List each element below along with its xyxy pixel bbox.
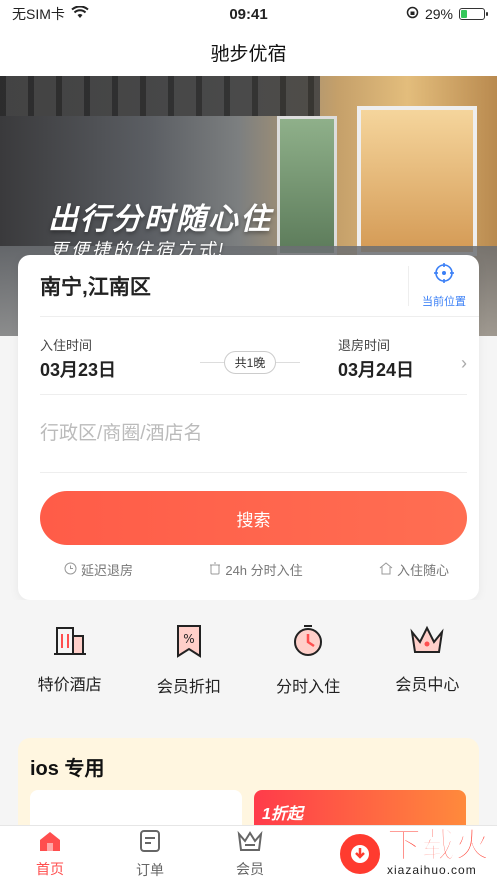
keyword-input[interactable] xyxy=(40,422,467,445)
feature-late-checkout: 延迟退房 xyxy=(64,560,133,579)
feature-flexible: 入住随心 xyxy=(379,560,449,579)
tab-home[interactable]: 首页 xyxy=(0,826,100,883)
promo-title: ios 专用 xyxy=(30,758,105,780)
quick-member-discount[interactable]: % 会员折扣 xyxy=(139,624,239,697)
trash-bin-icon xyxy=(209,562,221,578)
feature-hourly: 24h 分时入住 xyxy=(209,560,303,579)
watermark-url: xiazaihuo.com xyxy=(387,863,477,877)
home-icon xyxy=(38,830,62,855)
date-row[interactable]: 入住时间 03月23日 共1晚 退房时间 03月24日 › xyxy=(40,317,467,395)
quick-entry-row: 特价酒店 % 会员折扣 分时入住 会员中心 xyxy=(0,600,497,718)
location-row[interactable]: 南宁,江南区 当前位置 xyxy=(40,255,479,317)
location-text[interactable]: 南宁,江南区 xyxy=(40,271,408,301)
tab-label: 订单 xyxy=(136,862,164,878)
order-icon xyxy=(139,829,161,856)
hero-door-decoration xyxy=(277,116,337,256)
status-bar: 无SIM卡 09:41 29% xyxy=(0,0,497,28)
quick-label: 分时入住 xyxy=(276,679,341,696)
quick-hourly-stay[interactable]: 分时入住 xyxy=(258,624,358,697)
feature-label: 入住随心 xyxy=(396,563,449,578)
status-left: 无SIM卡 xyxy=(12,4,89,24)
status-right: 29% xyxy=(406,6,488,22)
member-icon xyxy=(237,830,263,855)
feature-label: 延迟退房 xyxy=(81,563,134,578)
checkin-label: 入住时间 xyxy=(40,338,93,353)
promo-tag: 1折起 xyxy=(262,806,303,823)
tab-label: 首页 xyxy=(36,861,64,877)
hotel-icon xyxy=(53,624,87,661)
booking-card: 南宁,江南区 当前位置 入住时间 03月23日 共1晚 退房时间 03月24日 … xyxy=(18,255,479,600)
svg-text:%: % xyxy=(183,632,194,646)
battery-level xyxy=(461,10,468,18)
clock-small-icon xyxy=(64,562,77,578)
clock-icon xyxy=(291,624,325,663)
nights-badge: 共1晚 xyxy=(223,351,277,374)
tab-member[interactable]: 会员 xyxy=(200,826,300,883)
feature-list: 延迟退房 24h 分时入住 入住随心 xyxy=(64,560,449,579)
watermark-text: 下载火 xiazaihuo.com xyxy=(387,827,490,878)
battery-percent: 29% xyxy=(424,6,453,22)
battery-icon xyxy=(459,8,488,20)
hero-pergola-decoration xyxy=(0,76,320,116)
tab-label: 会员 xyxy=(236,861,264,877)
discount-icon: % xyxy=(174,624,204,663)
fire-logo-icon xyxy=(337,831,383,877)
carrier-text: 无SIM卡 xyxy=(12,6,65,22)
tab-orders[interactable]: 订单 xyxy=(100,826,200,883)
nav-bar: 驰步优宿 xyxy=(0,28,497,76)
hero-window-decoration xyxy=(357,106,477,256)
checkout-label: 退房时间 xyxy=(338,338,391,353)
chevron-right-icon[interactable]: › xyxy=(461,353,467,374)
quick-label: 特价酒店 xyxy=(37,677,102,694)
quick-member-center[interactable]: 会员中心 xyxy=(377,624,477,695)
locate-icon xyxy=(433,262,455,289)
watermark: 下载火 xiazaihuo.com xyxy=(337,827,490,878)
quick-special-hotel[interactable]: 特价酒店 xyxy=(20,624,120,695)
quick-label: 会员折扣 xyxy=(156,679,221,696)
current-location-label: 当前位置 xyxy=(422,296,466,308)
watermark-brand: 下载火 xyxy=(387,827,490,865)
current-location-button[interactable]: 当前位置 xyxy=(409,262,479,309)
search-button[interactable]: 搜索 xyxy=(40,491,467,545)
hero-title: 出行分时随心住 xyxy=(48,203,272,236)
wifi-icon xyxy=(71,5,89,22)
feature-label: 24h 分时入住 xyxy=(225,563,303,578)
rotation-lock-icon xyxy=(406,6,419,22)
checkout-date[interactable]: 03月24日 xyxy=(338,356,414,382)
crown-icon xyxy=(409,624,445,661)
checkin-date[interactable]: 03月23日 xyxy=(40,356,116,382)
keyword-row[interactable] xyxy=(40,395,467,473)
nights-indicator: 共1晚 xyxy=(200,351,300,374)
quick-label: 会员中心 xyxy=(395,677,460,694)
home-outline-icon xyxy=(379,561,393,578)
page-title: 驰步优宿 xyxy=(210,43,287,65)
